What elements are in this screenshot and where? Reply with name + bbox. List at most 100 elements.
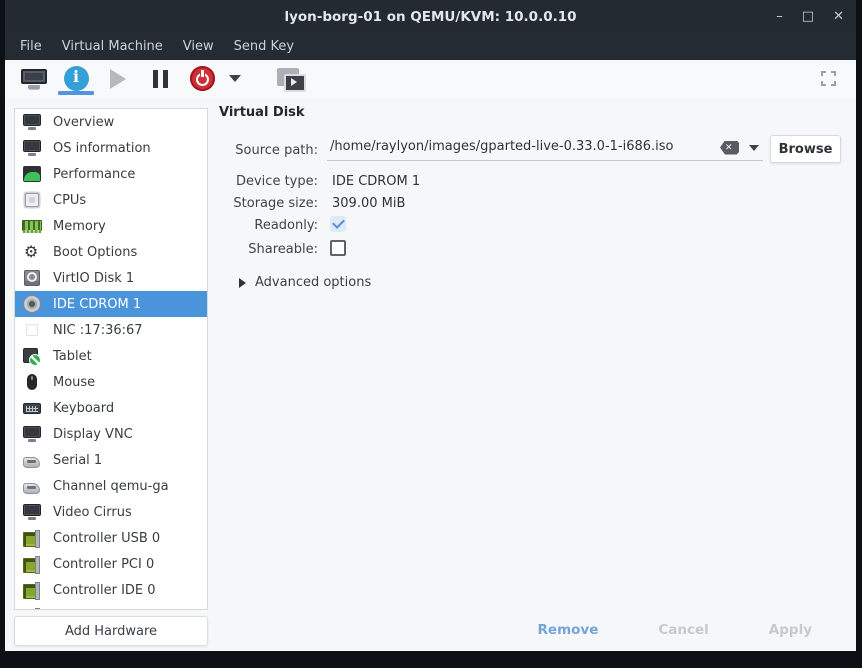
source-path-label: Source path: <box>219 143 318 158</box>
titlebar: lyon-borg-01 on QEMU/KVM: 10.0.0.10 – □ ✕ <box>5 0 856 33</box>
readonly-label: Readonly: <box>219 218 318 233</box>
sidebar-item-memory[interactable]: Memory <box>15 213 207 239</box>
dual-monitor-icon <box>276 67 304 91</box>
sidebar-item-label: CPUs <box>53 193 86 208</box>
browse-label: Browse <box>779 142 833 157</box>
serial-icon <box>22 476 42 496</box>
gear-icon <box>22 242 42 262</box>
monitor-icon <box>22 112 42 132</box>
sidebar-item-label: Serial 1 <box>53 453 102 468</box>
sidebar-item-label: IDE CDROM 1 <box>53 297 141 312</box>
sidebar-item-controller-usb-0[interactable]: Controller USB 0 <box>15 525 207 551</box>
sidebar-item-label: Performance <box>53 167 135 182</box>
sidebar-item-display-vnc[interactable]: Display VNC <box>15 421 207 447</box>
source-path-entry <box>327 135 763 161</box>
sidebar-item-label: Tablet <box>53 349 92 364</box>
clear-entry-icon[interactable] <box>720 141 739 155</box>
sidebar-item-label: Boot Options <box>53 245 137 260</box>
pause-button[interactable] <box>139 60 181 97</box>
cancel-button[interactable]: Cancel <box>654 620 712 640</box>
fullscreen-icon <box>821 71 836 86</box>
sidebar-item-tablet[interactable]: Tablet <box>15 343 207 369</box>
menu-view[interactable]: View <box>177 36 220 57</box>
remove-button[interactable]: Remove <box>534 620 603 640</box>
memory-icon <box>22 216 42 236</box>
entry-dropdown-icon[interactable] <box>749 145 759 151</box>
device-type-value: IDE CDROM 1 <box>332 174 420 189</box>
disk-icon <box>22 268 42 288</box>
pci-card-icon <box>22 606 42 610</box>
fullscreen-button[interactable] <box>814 71 842 86</box>
run-button[interactable] <box>97 60 139 97</box>
sidebar-item-label: Controller USB 0 <box>53 531 160 546</box>
sidebar-item-os-information[interactable]: OS information <box>15 135 207 161</box>
shut-down-menu-button[interactable] <box>223 60 247 97</box>
sidebar-item-virtio-disk-1[interactable]: VirtIO Disk 1 <box>15 265 207 291</box>
show-graphical-console-button[interactable] <box>13 60 55 97</box>
advanced-options-label: Advanced options <box>255 275 371 290</box>
sidebar-item-nic-17-36-67[interactable]: NIC :17:36:67 <box>15 317 207 343</box>
sidebar-item-serial-1[interactable]: Serial 1 <box>15 447 207 473</box>
monitor-icon <box>22 138 42 158</box>
close-button[interactable]: ✕ <box>833 10 844 23</box>
sidebar-item-keyboard[interactable]: Keyboard <box>15 395 207 421</box>
sidebar-item-label: Display VNC <box>53 427 133 442</box>
pci-card-icon <box>22 528 42 548</box>
sidebar-item-controller-pci-0[interactable]: Controller PCI 0 <box>15 551 207 577</box>
storage-size-label: Storage size: <box>219 196 318 211</box>
sidebar-item-label: Memory <box>53 219 106 234</box>
source-path-input[interactable] <box>327 139 720 156</box>
action-buttons: Remove Cancel Apply <box>534 620 816 640</box>
vm-details-window: lyon-borg-01 on QEMU/KVM: 10.0.0.10 –□✕ … <box>5 0 856 651</box>
sidebar-item-ide-cdrom-1[interactable]: IDE CDROM 1 <box>15 291 207 317</box>
show-details-button[interactable] <box>55 60 97 97</box>
pause-icon <box>152 70 169 88</box>
monitor-tb-icon <box>20 67 48 91</box>
cpu-icon <box>22 190 42 210</box>
storage-size-value: 309.00 MiB <box>332 196 405 211</box>
browse-button[interactable]: Browse <box>770 135 841 163</box>
advanced-options-expander[interactable]: Advanced options <box>239 275 371 290</box>
sidebar-item-label: Controller IDE 0 <box>53 583 156 598</box>
sidebar-item-video-cirrus[interactable]: Video Cirrus <box>15 499 207 525</box>
sidebar-item-label: Video Cirrus <box>53 505 132 520</box>
expander-arrow-icon <box>239 278 246 288</box>
menu-file[interactable]: File <box>14 36 48 57</box>
sidebar-item-overview[interactable]: Overview <box>15 109 207 135</box>
mouse-icon <box>22 372 42 392</box>
pci-card-icon <box>22 554 42 574</box>
menu-send-key[interactable]: Send Key <box>228 36 300 57</box>
caret-down-icon <box>229 75 241 82</box>
monitor-icon <box>22 502 42 522</box>
sidebar-item-cpus[interactable]: CPUs <box>15 187 207 213</box>
performance-icon <box>22 164 42 184</box>
sidebar-item-label: Overview <box>53 115 114 130</box>
minimize-button[interactable]: – <box>776 10 783 23</box>
shareable-checkbox[interactable] <box>330 240 346 256</box>
sidebar-item-label: Controller PCI 0 <box>53 557 154 572</box>
serial-icon <box>22 450 42 470</box>
cdrom-icon <box>22 294 42 314</box>
window-controls: – □ ✕ <box>776 0 844 33</box>
menu-virtual-machine[interactable]: Virtual Machine <box>56 36 169 57</box>
shareable-label: Shareable: <box>219 242 318 257</box>
apply-button[interactable]: Apply <box>765 620 816 640</box>
sidebar-item-label: Keyboard <box>53 401 114 416</box>
sidebar-item-boot-options[interactable]: Boot Options <box>15 239 207 265</box>
shut-down-button[interactable] <box>181 60 223 97</box>
sidebar-item-label: Mouse <box>53 375 95 390</box>
sidebar-item-controller-ide-0[interactable]: Controller IDE 0 <box>15 577 207 603</box>
sidebar-item-label: VirtIO Disk 1 <box>53 271 134 286</box>
console-windows-button[interactable] <box>269 60 311 97</box>
sidebar-item-item[interactable] <box>15 603 207 610</box>
window-title: lyon-borg-01 on QEMU/KVM: 10.0.0.10 <box>284 9 576 25</box>
sidebar-item-performance[interactable]: Performance <box>15 161 207 187</box>
hardware-list: Overview OS information Performance CPUs Mem… <box>14 108 208 610</box>
add-hardware-button[interactable]: Add Hardware <box>14 616 208 646</box>
sidebar-item-label: OS information <box>53 141 151 156</box>
sidebar-item-mouse[interactable]: Mouse <box>15 369 207 395</box>
pci-card-icon <box>22 580 42 600</box>
play-icon <box>110 69 126 89</box>
sidebar-item-channel-qemu-ga[interactable]: Channel qemu-ga <box>15 473 207 499</box>
maximize-button[interactable]: □ <box>802 10 814 23</box>
